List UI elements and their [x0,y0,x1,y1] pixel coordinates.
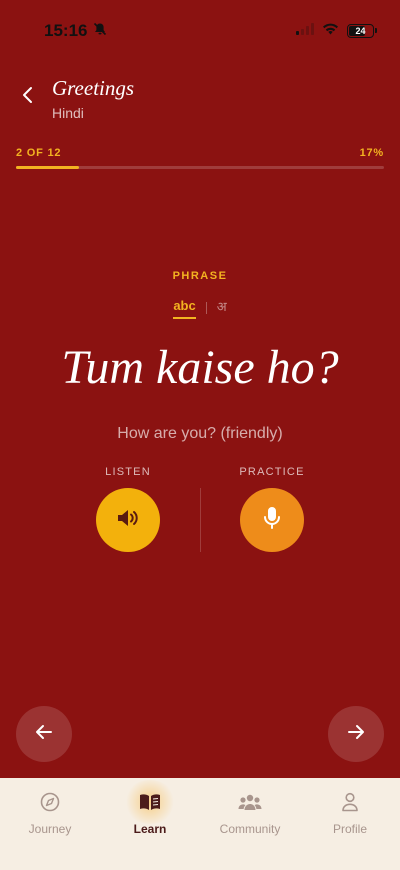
tab-label: Profile [332,822,367,836]
tab-profile[interactable]: Profile [300,778,400,870]
phrase-translation: How are you? (friendly) [117,425,283,442]
progress-percent: 17% [359,147,384,159]
tab-journey[interactable]: Journey [0,778,100,870]
tab-label: Journey [28,822,72,836]
progress-fill [16,166,79,169]
listen-label: LISTEN [105,466,151,478]
next-button[interactable] [328,706,384,762]
speaker-icon [116,508,140,533]
status-time: 15:16 [44,21,88,40]
lesson-header: Greetings Hindi [0,72,400,128]
tab-label: Learn [133,822,167,836]
chevron-left-icon [21,86,33,109]
book-icon [138,790,162,814]
script-toggle: abc अ [0,297,400,319]
tab-label: Community [219,822,281,836]
listen-button[interactable] [96,488,160,552]
phrase-section-label: PHRASE [172,270,228,282]
person-icon [338,790,362,814]
arrow-left-icon [35,724,53,745]
practice-button[interactable] [240,488,304,552]
people-icon [238,790,262,814]
script-divider [205,302,207,314]
phrase-text: Tum kaise ho? [61,341,339,394]
practice-label: PRACTICE [239,466,305,478]
progress-step: 2 OF 12 [16,147,62,159]
battery-level: 24 [355,26,366,36]
signal-icon [296,22,314,40]
script-latin-tab[interactable]: abc [173,298,196,319]
tab-community[interactable]: Community [200,778,300,870]
lesson-language: Hindi [52,105,84,121]
lesson-title: Greetings [52,76,135,100]
wifi-icon [322,22,339,40]
status-bar: 15:16 24 [0,0,400,62]
arrow-right-icon [347,724,365,745]
bell-muted-icon [93,21,107,41]
battery-icon: 24 [347,24,377,38]
microphone-icon [263,506,281,535]
action-divider [200,488,201,552]
compass-icon [38,790,62,814]
bottom-tab-bar: Journey Learn Community Profile [0,778,400,870]
progress-bar [16,166,384,169]
back-button[interactable] [14,84,40,110]
tab-learn[interactable]: Learn [100,778,200,870]
script-devanagari-tab[interactable]: अ [217,297,227,319]
previous-button[interactable] [16,706,72,762]
